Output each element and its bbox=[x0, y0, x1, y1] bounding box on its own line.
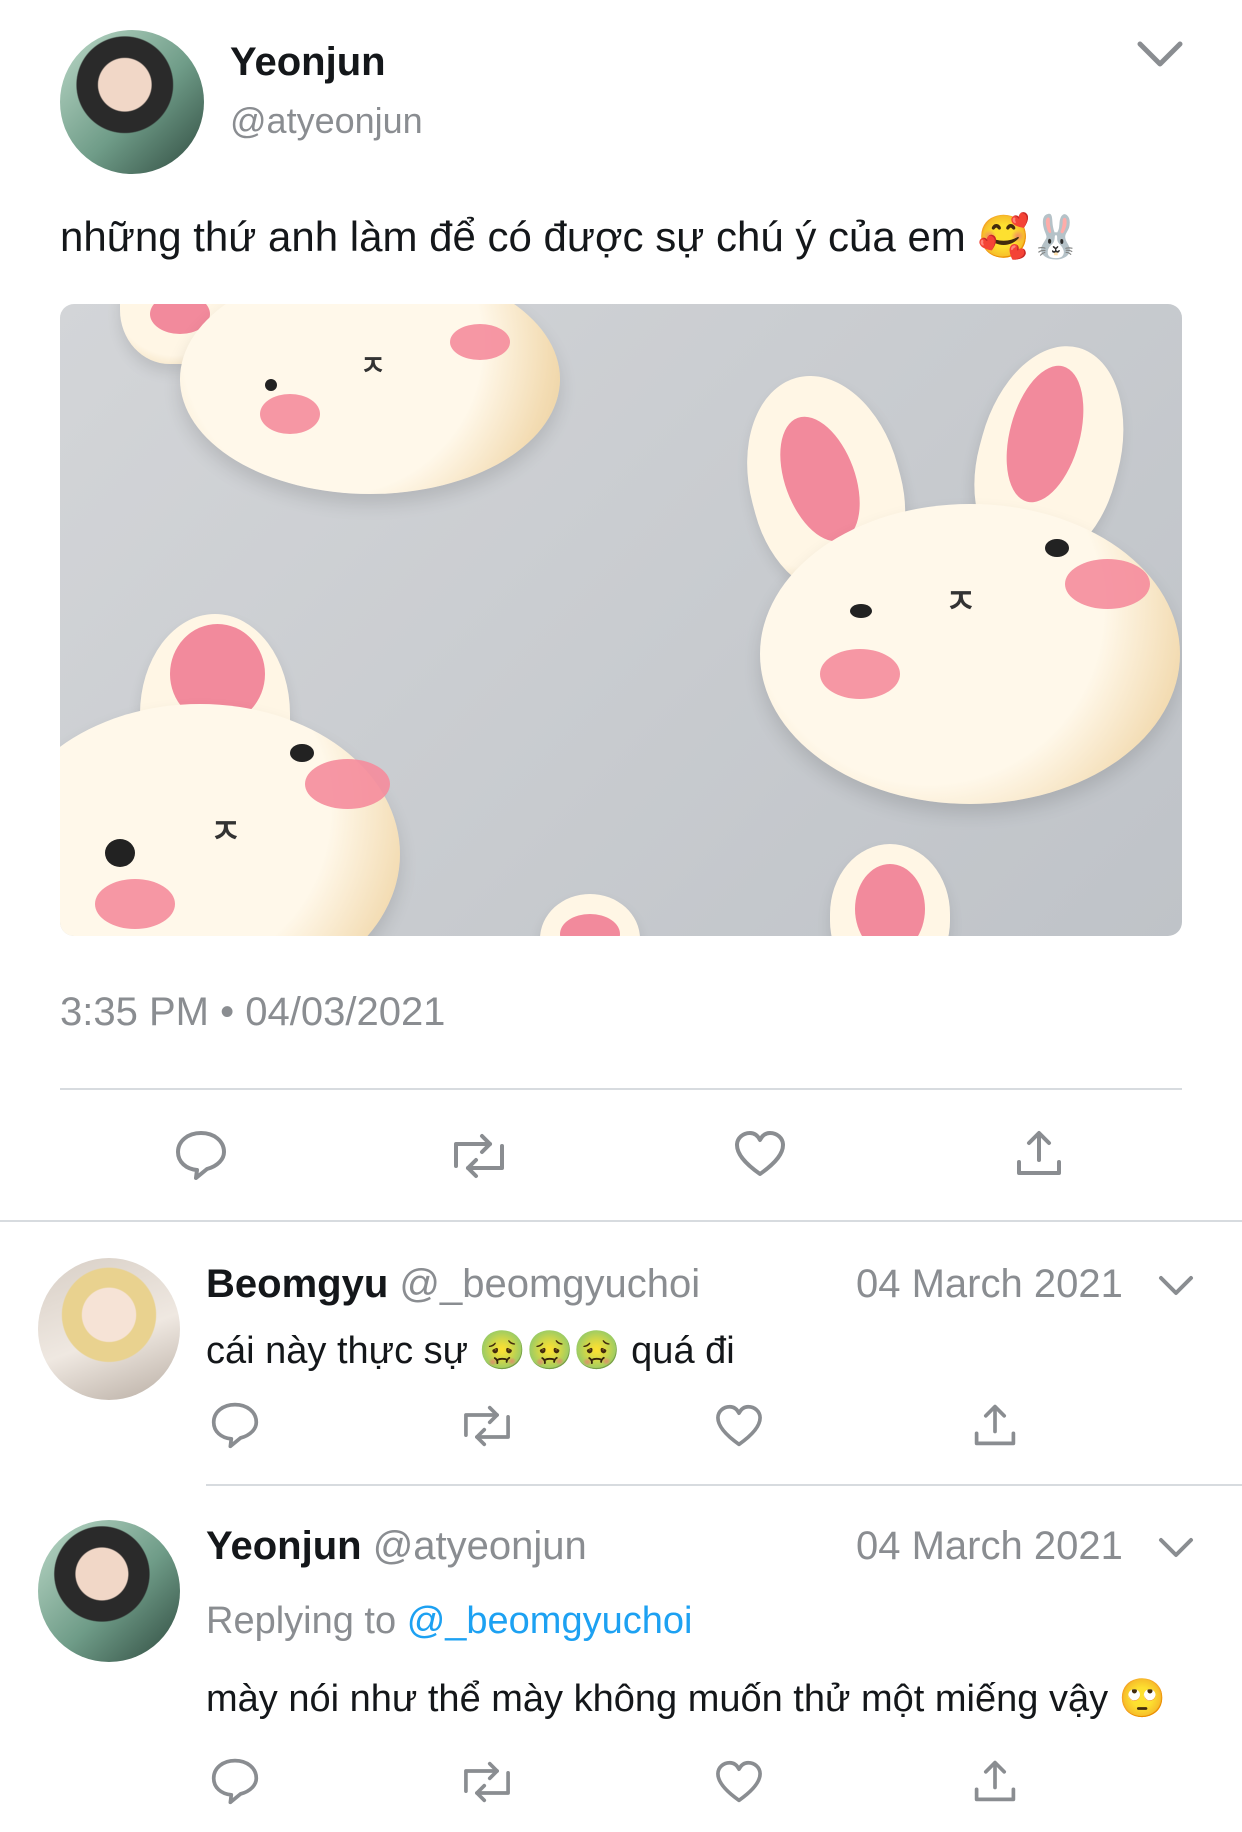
chevron-down-icon[interactable] bbox=[1158, 1274, 1194, 1298]
avatar[interactable] bbox=[60, 30, 204, 174]
reply-author-name[interactable]: Beomgyu bbox=[206, 1262, 388, 1306]
reply-date: 04 March 2021 bbox=[856, 1262, 1123, 1306]
reply-header: Yeonjun @atyeonjun bbox=[206, 1524, 587, 1569]
retweet-icon[interactable] bbox=[450, 1132, 508, 1180]
author-name[interactable]: Yeonjun bbox=[230, 40, 386, 85]
reply-date: 04 March 2021 bbox=[856, 1524, 1123, 1568]
author-handle[interactable]: @atyeonjun bbox=[230, 100, 423, 142]
reply-text-body: mày nói như thể mày không muốn thử một m… bbox=[206, 1678, 1109, 1720]
replying-to: Replying to @_beomgyuchoi bbox=[206, 1600, 692, 1643]
reply-emoji: 🙄 bbox=[1118, 1676, 1166, 1720]
reply-avatar[interactable] bbox=[38, 1258, 180, 1400]
chevron-down-icon[interactable] bbox=[1158, 1536, 1194, 1560]
reply-icon[interactable] bbox=[174, 1128, 228, 1182]
reply-avatar[interactable] bbox=[38, 1520, 180, 1662]
reply-emoji: 🤢🤢🤢 bbox=[478, 1328, 621, 1372]
heart-icon[interactable] bbox=[714, 1760, 764, 1804]
section-divider bbox=[0, 1220, 1242, 1222]
divider bbox=[60, 1088, 1182, 1090]
timestamp-separator: • bbox=[220, 990, 235, 1034]
reply-text: mày nói như thể mày không muốn thử một m… bbox=[206, 1676, 1166, 1721]
tweet-photo[interactable]: ㅈ ㅈ ㅈ bbox=[60, 304, 1182, 936]
tweet-timestamp[interactable]: 3:35 PM • 04/03/2021 bbox=[60, 990, 445, 1035]
tweet-text: những thứ anh làm để có được sự chú ý củ… bbox=[60, 212, 1082, 262]
reply-author-handle[interactable]: @atyeonjun bbox=[373, 1524, 587, 1568]
tweet-time: 3:35 PM bbox=[60, 990, 209, 1034]
tweet-date: 04/03/2021 bbox=[245, 990, 446, 1034]
reply-text-after: quá đi bbox=[631, 1330, 735, 1372]
share-icon[interactable] bbox=[1014, 1128, 1064, 1178]
heart-icon[interactable] bbox=[733, 1130, 787, 1178]
chevron-down-icon[interactable] bbox=[1136, 40, 1184, 70]
reply-text-before: cái này thực sự bbox=[206, 1330, 469, 1372]
tweet-emoji: 🥰🐰 bbox=[977, 212, 1083, 261]
reply-text: cái này thực sự 🤢🤢🤢 quá đi bbox=[206, 1328, 735, 1373]
share-icon[interactable] bbox=[972, 1402, 1018, 1448]
tweet-text-body: những thứ anh làm để có được sự chú ý củ… bbox=[60, 213, 966, 260]
replying-to-handle[interactable]: @_beomgyuchoi bbox=[407, 1600, 693, 1642]
retweet-icon[interactable] bbox=[460, 1760, 514, 1804]
share-icon[interactable] bbox=[972, 1758, 1018, 1804]
retweet-icon[interactable] bbox=[460, 1404, 514, 1448]
reply-author-handle[interactable]: @_beomgyuchoi bbox=[399, 1262, 700, 1306]
reply-divider bbox=[206, 1484, 1242, 1486]
reply-header: Beomgyu @_beomgyuchoi bbox=[206, 1262, 700, 1307]
reply-icon[interactable] bbox=[210, 1400, 260, 1450]
reply-icon[interactable] bbox=[210, 1756, 260, 1806]
replying-to-label: Replying to bbox=[206, 1600, 397, 1642]
reply-author-name[interactable]: Yeonjun bbox=[206, 1524, 362, 1568]
heart-icon[interactable] bbox=[714, 1404, 764, 1448]
